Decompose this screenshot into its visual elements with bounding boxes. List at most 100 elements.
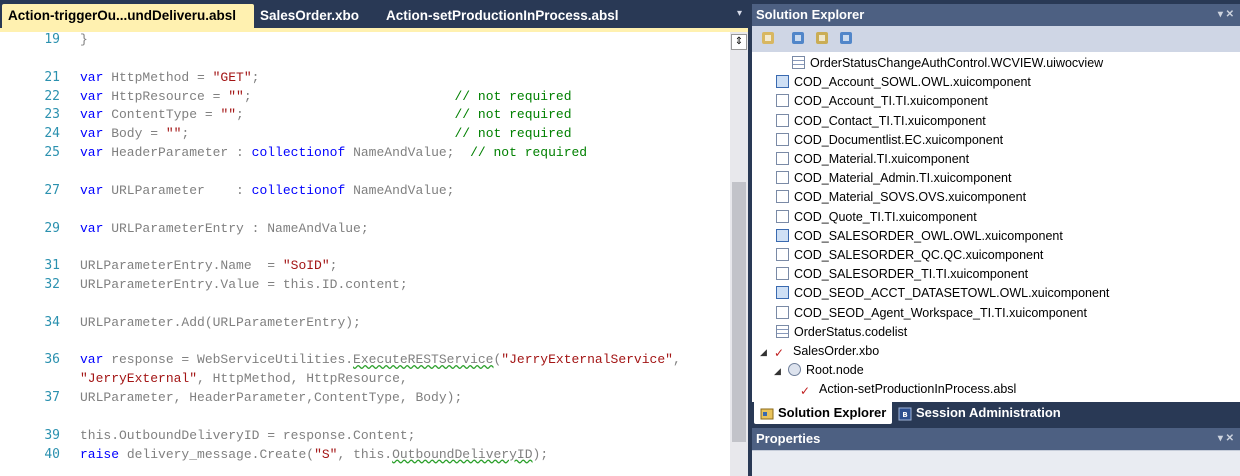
tree-item[interactable]: COD_Material_Admin.TI.xuicomponent <box>776 169 1011 188</box>
tree-item[interactable]: ◢ ✓ SalesOrder.xbo <box>760 342 879 361</box>
code-token: Body = <box>103 126 166 142</box>
tree-item-label: COD_Documentlist.EC.xuicomponent <box>794 132 1004 147</box>
tree-item[interactable]: COD_SEOD_ACCT_DATASETOWL.OWL.xuicomponen… <box>776 284 1109 303</box>
code-line[interactable]: "JerryExternal", HttpMethod, HttpResourc… <box>80 371 408 386</box>
tree-item[interactable]: COD_Account_TI.TI.xuicomponent <box>776 92 988 111</box>
tab-solution-explorer[interactable]: Solution Explorer <box>754 402 893 424</box>
panel-window-buttons[interactable]: ▾ ✕ <box>1218 4 1234 26</box>
code-lines[interactable]: } var HttpMethod = "GET"; var HttpResource… <box>80 32 726 476</box>
code-token: OutboundDeliveryID <box>392 446 533 462</box>
tab-session-administration[interactable]: B Session Administration <box>892 402 1067 424</box>
properties-window-buttons[interactable]: ▾ ✕ <box>1218 428 1234 450</box>
code-token: URLParameter : <box>103 182 252 198</box>
file-icon <box>776 248 789 261</box>
line-number: 37 <box>44 390 60 406</box>
code-token: var <box>80 182 104 198</box>
code-area[interactable]: 19 21 22 23 24 25 27 29 31 32 34 36 37 39 40 } var Http… <box>0 28 748 476</box>
code-line[interactable]: var URLParameter : collectionof NameAndV… <box>80 183 454 198</box>
list-file-icon <box>792 56 805 69</box>
tree-item[interactable]: OrderStatus.codelist <box>776 323 907 342</box>
tree-item[interactable]: COD_SEOD_Agent_Workspace_TI.TI.xuicompon… <box>776 304 1087 323</box>
code-line[interactable]: URLParameterEntry.Value = this.ID.conten… <box>80 277 408 292</box>
node-icon <box>788 363 801 377</box>
code-line[interactable]: this.OutboundDeliveryID = response.Conte… <box>80 428 415 443</box>
code-token: response = WebServiceUtilities. <box>103 352 354 368</box>
code-line[interactable]: var ContentType = ""; // not required <box>80 107 572 122</box>
tree-item[interactable]: COD_Account_SOWL.OWL.xuicomponent <box>776 73 1031 92</box>
tree-item[interactable]: COD_Material_SOVS.OVS.xuicomponent <box>776 188 1026 207</box>
file-icon <box>776 190 789 204</box>
tree-item[interactable]: COD_Quote_TI.TI.xuicomponent <box>776 208 977 227</box>
vertical-scrollbar[interactable]: ⇕ <box>730 32 748 476</box>
code-line[interactable]: var response = WebServiceUtilities.Execu… <box>80 352 681 367</box>
line-number-gutter: 19 21 22 23 24 25 27 29 31 32 34 36 37 39 40 <box>0 32 70 476</box>
line-number: 24 <box>44 126 60 142</box>
tree-item-label: COD_SALESORDER_TI.TI.xuicomponent <box>794 267 1029 282</box>
code-token: var <box>80 352 104 368</box>
code-token: URLParameter, HeaderParameter,ContentTyp… <box>80 390 463 406</box>
tab-menu-dropdown-icon[interactable]: ▾ <box>737 8 742 19</box>
search-icon[interactable] <box>838 30 854 46</box>
component-owl-icon <box>776 228 789 242</box>
code-line[interactable]: raise delivery_message.Create("S", this.… <box>80 447 548 462</box>
tab-salesorder-xbo[interactable]: SalesOrder.xbo <box>254 4 365 28</box>
tree-item[interactable]: ◢ Root.node <box>774 361 864 380</box>
file-icon <box>776 171 789 185</box>
code-line[interactable]: } <box>80 32 88 47</box>
tree-item-label: COD_Material_SOVS.OVS.xuicomponent <box>794 190 1027 205</box>
tab-action-setproduction[interactable]: Action-setProductionInProcess.absl <box>380 4 625 28</box>
tree-item[interactable]: COD_Contact_TI.TI.xuicomponent <box>776 112 986 131</box>
code-line[interactable]: var HttpResource = ""; // not required <box>80 89 572 104</box>
line-number: 22 <box>44 88 60 104</box>
tab-session-administration-label: Session Administration <box>916 405 1061 420</box>
solution-explorer-panel: Solution Explorer ▾ ✕ OrderStatusChangeA… <box>752 4 1240 402</box>
code-line[interactable]: var Body = ""; // not required <box>80 126 572 141</box>
tree-item-label: COD_Contact_TI.TI.xuicomponent <box>794 113 986 128</box>
code-line[interactable]: URLParameterEntry.Name = "SoID"; <box>80 258 337 273</box>
line-number: 40 <box>44 446 60 462</box>
view-icon[interactable] <box>814 30 830 46</box>
tree-item[interactable]: OrderStatusChangeAuthControl.WCVIEW.uiwo… <box>776 54 1103 73</box>
scrollbar-thumb[interactable] <box>732 182 746 442</box>
file-icon <box>776 152 789 165</box>
code-line[interactable]: var URLParameterEntry : NameAndValue; <box>80 221 369 236</box>
tree-expander-icon[interactable]: ◢ <box>774 362 786 381</box>
code-line[interactable]: var HeaderParameter : collectionof NameA… <box>80 145 587 160</box>
solution-explorer-title-text: Solution Explorer <box>756 7 865 22</box>
tree-item[interactable]: COD_Documentlist.EC.xuicomponent <box>776 131 1003 150</box>
code-token: "GET" <box>212 69 252 85</box>
code-token: "JerryExternalService" <box>501 352 673 368</box>
code-token: ); <box>532 446 549 462</box>
code-token: NameAndValue; <box>345 182 455 198</box>
code-token: ; <box>181 126 455 142</box>
tree-item[interactable]: COD_SALESORDER_QC.QC.xuicomponent <box>776 246 1043 265</box>
component-owl-icon <box>776 75 789 89</box>
file-icon <box>776 209 789 223</box>
refresh-icon[interactable] <box>790 30 806 46</box>
code-token: URLParameterEntry.Name = <box>80 258 283 274</box>
solution-explorer-toolbar <box>752 26 1240 52</box>
checked-file-icon: ✓ <box>800 384 811 399</box>
solution-explorer-icon <box>760 406 774 420</box>
tree-expander-icon[interactable]: ◢ <box>760 343 772 362</box>
split-view-button[interactable]: ⇕ <box>731 34 747 50</box>
bottom-tab-strip: Solution Explorer B Session Administrati… <box>752 402 1240 424</box>
properties-icon[interactable] <box>760 30 776 46</box>
tree-item[interactable]: COD_SALESORDER_OWL.OWL.xuicomponent <box>776 227 1063 246</box>
file-icon <box>776 94 789 108</box>
tree-item-label: Action-setProductionInProcess.absl <box>819 382 1017 397</box>
tree-item[interactable]: ✓ Action-setProductionInProcess.absl <box>800 380 1016 399</box>
code-line[interactable]: URLParameter.Add(URLParameterEntry); <box>80 315 361 330</box>
tree-item[interactable]: COD_Material.TI.xuicomponent <box>776 150 969 169</box>
svg-text:B: B <box>902 411 907 419</box>
tab-action-trigger[interactable]: Action-triggerOu...undDeliveru.absl <box>2 4 254 28</box>
properties-title-text: Properties <box>756 431 821 446</box>
code-line[interactable]: URLParameter, HeaderParameter,ContentTyp… <box>80 390 462 405</box>
line-number: 23 <box>44 107 60 123</box>
tree-item-label: COD_Account_SOWL.OWL.xuicomponent <box>794 75 1031 90</box>
tree-item[interactable]: COD_SALESORDER_TI.TI.xuicomponent <box>776 265 1028 284</box>
code-line[interactable]: var HttpMethod = "GET"; <box>80 70 259 85</box>
code-token: // not required <box>454 88 572 104</box>
component-owl-icon <box>776 286 789 300</box>
code-token: var <box>80 220 104 236</box>
